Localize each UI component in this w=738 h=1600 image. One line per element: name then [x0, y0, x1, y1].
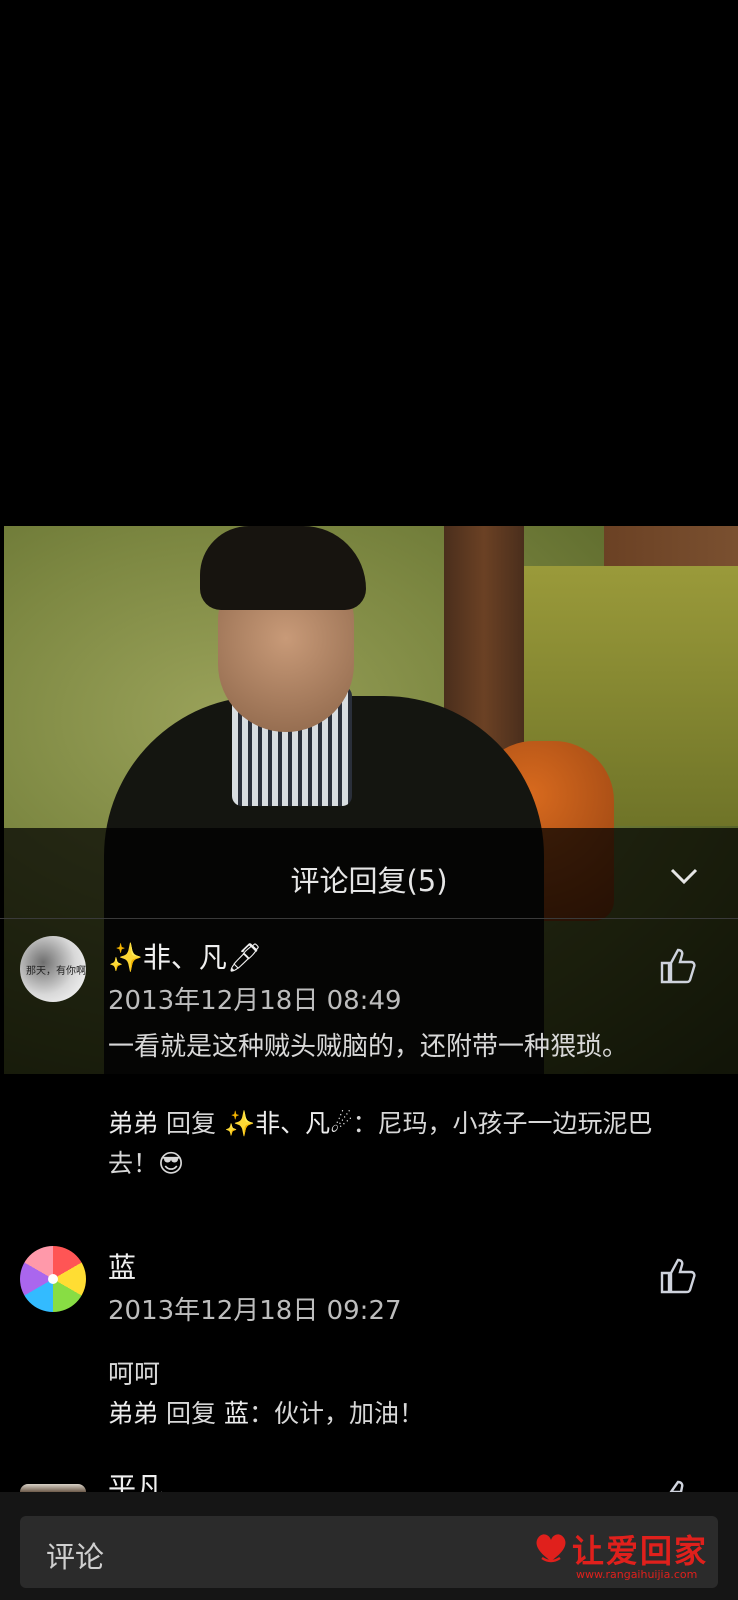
avatar[interactable]: 那天，有你啊 — [20, 936, 86, 1002]
thumbs-up-icon[interactable] — [658, 1256, 698, 1296]
chevron-down-icon[interactable] — [670, 864, 698, 888]
comment-reply: 弟弟 回复 ✨非、凡☄：尼玛，小孩子一边玩泥巴去！😎 — [108, 1104, 698, 1184]
photo-wall-top — [604, 526, 738, 566]
avatar[interactable] — [20, 1484, 86, 1492]
logo-text: 让爱回家 — [572, 1532, 709, 1570]
reply-author[interactable]: 弟弟 — [108, 1109, 158, 1138]
logo-url: www.rangaihuijia.com — [576, 1568, 698, 1581]
comment-text: 一看就是这种贼头贼脑的，还附带一种猥琐。 — [108, 1032, 629, 1062]
watermark-logo: 让爱回家 www.rangaihuijia.com — [532, 1526, 722, 1588]
comment-input-bar: 评论 让爱回家 www.rangaihuijia.com — [0, 1492, 738, 1600]
thumbs-up-icon[interactable] — [658, 1480, 698, 1492]
reply-target[interactable]: 蓝 — [224, 1399, 249, 1428]
comment-panel-header: 评论回复(5) — [0, 828, 738, 919]
photo-hair — [200, 526, 366, 610]
reply-verb: 回复 — [165, 1399, 216, 1428]
avatar[interactable] — [20, 1246, 86, 1312]
comment-time: 2013年12月18日 08:49 — [108, 986, 402, 1016]
thumbs-up-icon[interactable] — [658, 946, 698, 986]
comment-panel-title: 评论回复(5) — [290, 864, 448, 898]
comment-username[interactable]: 平凡 — [108, 1468, 164, 1492]
reply-verb: 回复 — [165, 1109, 216, 1138]
comment-input-placeholder: 评论 — [46, 1540, 105, 1574]
avatar-caption: 那天，有你啊 — [26, 966, 86, 977]
heart-hands-icon — [536, 1534, 566, 1563]
reply-target[interactable]: ✨非、凡☄ — [224, 1109, 353, 1138]
comment-text: 呵呵 — [108, 1360, 161, 1390]
comment-reply: 弟弟 回复 蓝：伙计，加油！ — [108, 1394, 698, 1434]
reply-text: ：伙计，加油！ — [248, 1399, 424, 1428]
comment-time: 2013年12月18日 09:27 — [108, 1296, 402, 1326]
comment-username[interactable]: ✨非、凡🖊 — [108, 936, 262, 976]
reply-author[interactable]: 弟弟 — [108, 1399, 158, 1428]
comment-username[interactable]: 蓝 — [108, 1246, 136, 1286]
